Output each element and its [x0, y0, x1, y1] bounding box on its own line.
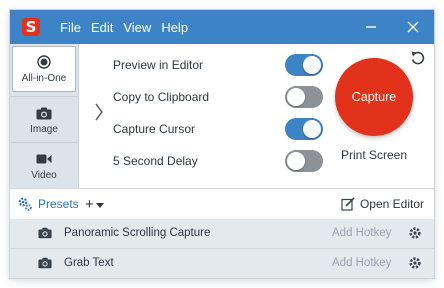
toggle-knob [287, 152, 305, 170]
all-in-one-icon [37, 55, 51, 69]
add-hotkey-link[interactable]: Add Hotkey [332, 249, 391, 278]
gear-icon[interactable] [408, 256, 422, 270]
mode-image-label: Image [30, 124, 58, 135]
reset-icon [411, 51, 425, 65]
presets-bar: Presets + Open Editor [10, 188, 434, 220]
gear-icon[interactable] [408, 226, 422, 240]
capture-mode-panel: All-in-One Image Video [10, 44, 79, 188]
preview-in-editor-toggle[interactable] [285, 54, 323, 76]
snagit-capture-window: S File Edit View Help All-in-One Image V… [10, 10, 434, 278]
copy-to-clipboard-toggle[interactable] [285, 86, 323, 108]
menu-help[interactable]: Help [161, 20, 188, 35]
mode-all-in-one[interactable]: All-in-One [12, 46, 76, 92]
capture-hotkey-label: Print Screen [340, 148, 408, 162]
minimize-button[interactable] [354, 10, 388, 44]
presets-gear-icon [18, 197, 32, 211]
option-label: Preview in Editor [113, 58, 204, 72]
preset-row[interactable]: Panoramic Scrolling Capture Add Hotkey [10, 219, 434, 249]
preset-row[interactable]: Grab Text Add Hotkey [10, 249, 434, 278]
preset-name: Panoramic Scrolling Capture [64, 227, 211, 239]
menu-bar: File Edit View Help [60, 10, 188, 44]
chevron-right-icon [95, 103, 103, 121]
presets-label: Presets [38, 197, 79, 211]
presets-button[interactable]: Presets [17, 189, 79, 219]
open-editor-label: Open Editor [359, 197, 424, 211]
mode-video[interactable]: Video [10, 142, 78, 189]
close-button[interactable] [396, 10, 430, 44]
snagit-logo-icon: S [22, 18, 40, 36]
option-label: 5 Second Delay [113, 154, 198, 168]
toggle-knob [287, 88, 305, 106]
camera-icon [36, 107, 52, 119]
menu-file[interactable]: File [60, 20, 81, 35]
video-camera-icon [36, 154, 52, 164]
minimize-icon [366, 26, 376, 28]
add-preset-label: + [85, 195, 94, 213]
mode-video-label: Video [31, 170, 57, 181]
camera-icon [38, 257, 52, 269]
close-icon [407, 21, 419, 33]
option-label: Copy to Clipboard [113, 90, 210, 104]
title-bar: S File Edit View Help [10, 10, 434, 44]
capture-button[interactable]: Capture [335, 58, 413, 136]
capture-cursor-toggle[interactable] [285, 118, 323, 140]
option-5-second-delay: 5 Second Delay [113, 149, 323, 173]
toggle-knob [303, 120, 321, 138]
5-second-delay-toggle[interactable] [285, 150, 323, 172]
edit-icon [341, 197, 355, 211]
chevron-down-icon [95, 202, 104, 208]
expand-options-chevron[interactable] [94, 102, 104, 127]
menu-edit[interactable]: Edit [91, 20, 113, 35]
menu-view[interactable]: View [123, 20, 151, 35]
camera-icon [38, 227, 52, 239]
option-label: Capture Cursor [113, 122, 196, 136]
toggle-knob [303, 56, 321, 74]
option-preview-in-editor: Preview in Editor [113, 53, 323, 77]
option-copy-to-clipboard: Copy to Clipboard [113, 85, 323, 109]
option-capture-cursor: Capture Cursor [113, 117, 323, 141]
reset-button[interactable] [410, 50, 426, 71]
mode-all-in-one-label: All-in-One [21, 73, 67, 84]
preset-name: Grab Text [64, 257, 114, 269]
mode-image[interactable]: Image [10, 96, 78, 143]
add-hotkey-link[interactable]: Add Hotkey [332, 219, 391, 248]
open-editor-button[interactable]: Open Editor [341, 189, 424, 219]
add-preset-button[interactable]: + [85, 189, 104, 219]
